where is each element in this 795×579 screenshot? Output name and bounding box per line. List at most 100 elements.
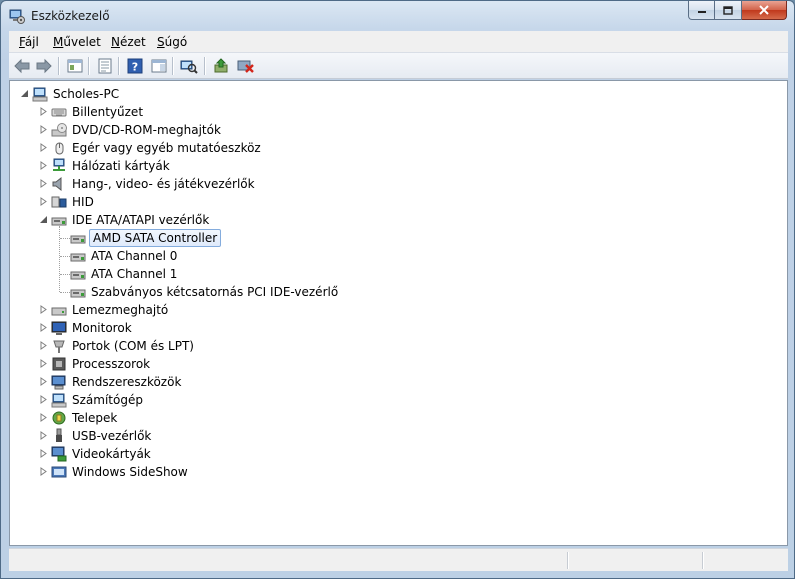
collapsed-triangle-icon xyxy=(40,107,47,116)
collapsed-triangle-icon xyxy=(40,197,47,206)
tree-category[interactable]: Processzorok xyxy=(51,355,152,373)
category-expander[interactable] xyxy=(39,197,48,206)
tree-category[interactable]: Portok (COM és LPT) xyxy=(51,337,196,355)
category-expander[interactable] xyxy=(39,395,48,404)
tree-node-label: Portok (COM és LPT) xyxy=(72,339,194,353)
category-expander[interactable] xyxy=(39,323,48,332)
category-expander[interactable] xyxy=(39,467,48,476)
tree-category[interactable]: Rendszereszközök xyxy=(51,373,183,391)
collapsed-triangle-icon xyxy=(40,143,47,152)
category-expander[interactable] xyxy=(39,359,48,368)
tree-root-computer[interactable]: Scholes-PC xyxy=(32,85,121,103)
ide-controller-icon xyxy=(70,253,86,262)
category-expander[interactable] xyxy=(39,413,48,422)
computer-icon xyxy=(32,87,48,102)
category-expander[interactable] xyxy=(39,143,48,152)
help-icon: ? xyxy=(127,58,143,74)
device-tree[interactable]: Scholes-PC Billentyűzet DVD/CD-ROM-meghajt… xyxy=(9,80,788,546)
category-expander[interactable] xyxy=(39,377,48,386)
console-tree-icon xyxy=(67,59,83,73)
collapsed-triangle-icon xyxy=(40,179,47,188)
collapsed-triangle-icon xyxy=(40,359,47,368)
show-hide-console-tree-button[interactable] xyxy=(65,56,85,76)
category-expander[interactable] xyxy=(39,341,48,350)
tree-node-label: Hang-, video- és játékvezérlők xyxy=(72,177,255,191)
close-button[interactable] xyxy=(742,1,787,20)
menu-help[interactable]: Súgó xyxy=(157,35,187,49)
processor-icon xyxy=(52,357,66,371)
tree-category[interactable]: Hálózati kártyák xyxy=(51,157,172,175)
collapsed-triangle-icon xyxy=(40,449,47,458)
category-expander[interactable] xyxy=(39,215,48,224)
category-expander[interactable] xyxy=(39,161,48,170)
uninstall-icon xyxy=(237,60,254,73)
keyboard-icon xyxy=(51,108,67,117)
tree-node-label: Hálózati kártyák xyxy=(72,159,170,173)
tree-category[interactable]: Egér vagy egyéb mutatóeszköz xyxy=(51,139,263,157)
root-expander[interactable] xyxy=(20,89,29,98)
tree-node-label: Windows SideShow xyxy=(72,465,188,479)
tree-category[interactable]: Billentyűzet xyxy=(51,103,145,121)
menu-file[interactable]: Fájl xyxy=(19,35,39,49)
status-cell-1 xyxy=(567,552,702,569)
properties-button[interactable] xyxy=(95,56,115,76)
tree-device[interactable]: Szabványos kétcsatornás PCI IDE-vezérlő xyxy=(70,283,340,301)
status-cell-2 xyxy=(702,552,788,569)
title-bar[interactable]: Eszközkezelő xyxy=(1,1,794,31)
collapsed-triangle-icon xyxy=(40,161,47,170)
expanded-triangle-icon xyxy=(21,90,28,97)
maximize-button[interactable] xyxy=(715,1,742,20)
window-title: Eszközkezelő xyxy=(31,9,110,23)
network-adapter-icon xyxy=(53,158,65,171)
tree-category[interactable]: USB-vezérlők xyxy=(51,427,153,445)
tree-node-label: ATA Channel 0 xyxy=(91,249,178,263)
display-adapter-icon xyxy=(51,446,67,462)
tree-node-label: Rendszereszközök xyxy=(72,375,182,389)
tree-node-label: Billentyűzet xyxy=(72,105,144,119)
tree-node-label: Lemezmeghajtó xyxy=(72,303,169,317)
tree-node-label: HID xyxy=(72,195,94,209)
uninstall-button[interactable] xyxy=(236,56,256,76)
tree-category[interactable]: Videokártyák xyxy=(51,445,153,463)
ide-controller-icon xyxy=(70,271,86,280)
collapsed-triangle-icon xyxy=(40,467,47,476)
tree-category[interactable]: DVD/CD-ROM-meghajtók xyxy=(51,121,223,139)
menu-view[interactable]: Nézet xyxy=(111,35,146,49)
menu-action[interactable]: Művelet xyxy=(53,35,101,49)
tree-category[interactable]: Számítógép xyxy=(51,391,145,409)
category-expander[interactable] xyxy=(39,107,48,116)
category-expander[interactable] xyxy=(39,431,48,440)
menu-bar: Fájl Művelet Nézet Súgó xyxy=(9,31,788,53)
tree-node-label: Egér vagy egyéb mutatóeszköz xyxy=(72,141,261,155)
category-expander[interactable] xyxy=(39,449,48,458)
tree-node-label: ATA Channel 1 xyxy=(91,267,178,281)
category-expander[interactable] xyxy=(39,125,48,134)
optical-drive-icon xyxy=(51,123,67,137)
maximize-icon xyxy=(723,5,733,15)
back-button[interactable] xyxy=(12,56,32,76)
tree-category[interactable]: Telepek xyxy=(51,409,119,427)
tree-category[interactable]: IDE ATA/ATAPI vezérlők xyxy=(51,211,211,229)
tree-device[interactable]: ATA Channel 0 xyxy=(70,247,179,265)
category-expander[interactable] xyxy=(39,179,48,188)
usb-icon xyxy=(56,428,62,442)
minimize-button[interactable] xyxy=(688,1,715,20)
tree-category[interactable]: Lemezmeghajtó xyxy=(51,301,170,319)
scan-for-hardware-changes-button[interactable] xyxy=(179,56,199,76)
help-button[interactable]: ? xyxy=(125,56,145,76)
forward-button[interactable] xyxy=(34,56,54,76)
tree-category[interactable]: Hang-, video- és játékvezérlők xyxy=(51,175,257,193)
forward-arrow-icon xyxy=(36,58,52,74)
show-hide-action-pane-button[interactable] xyxy=(149,56,169,76)
tree-category[interactable]: Monitorok xyxy=(51,319,134,337)
properties-icon xyxy=(98,58,112,74)
category-expander[interactable] xyxy=(39,305,48,314)
tree-category[interactable]: Windows SideShow xyxy=(51,463,190,481)
tree-device[interactable]: AMD SATA Controller xyxy=(70,229,222,247)
mouse-icon xyxy=(55,142,64,155)
tree-category[interactable]: HID xyxy=(51,193,96,211)
update-driver-button[interactable] xyxy=(212,56,232,76)
speaker-icon xyxy=(52,176,62,192)
tree-device[interactable]: ATA Channel 1 xyxy=(70,265,179,283)
ide-controller-icon xyxy=(70,289,86,298)
